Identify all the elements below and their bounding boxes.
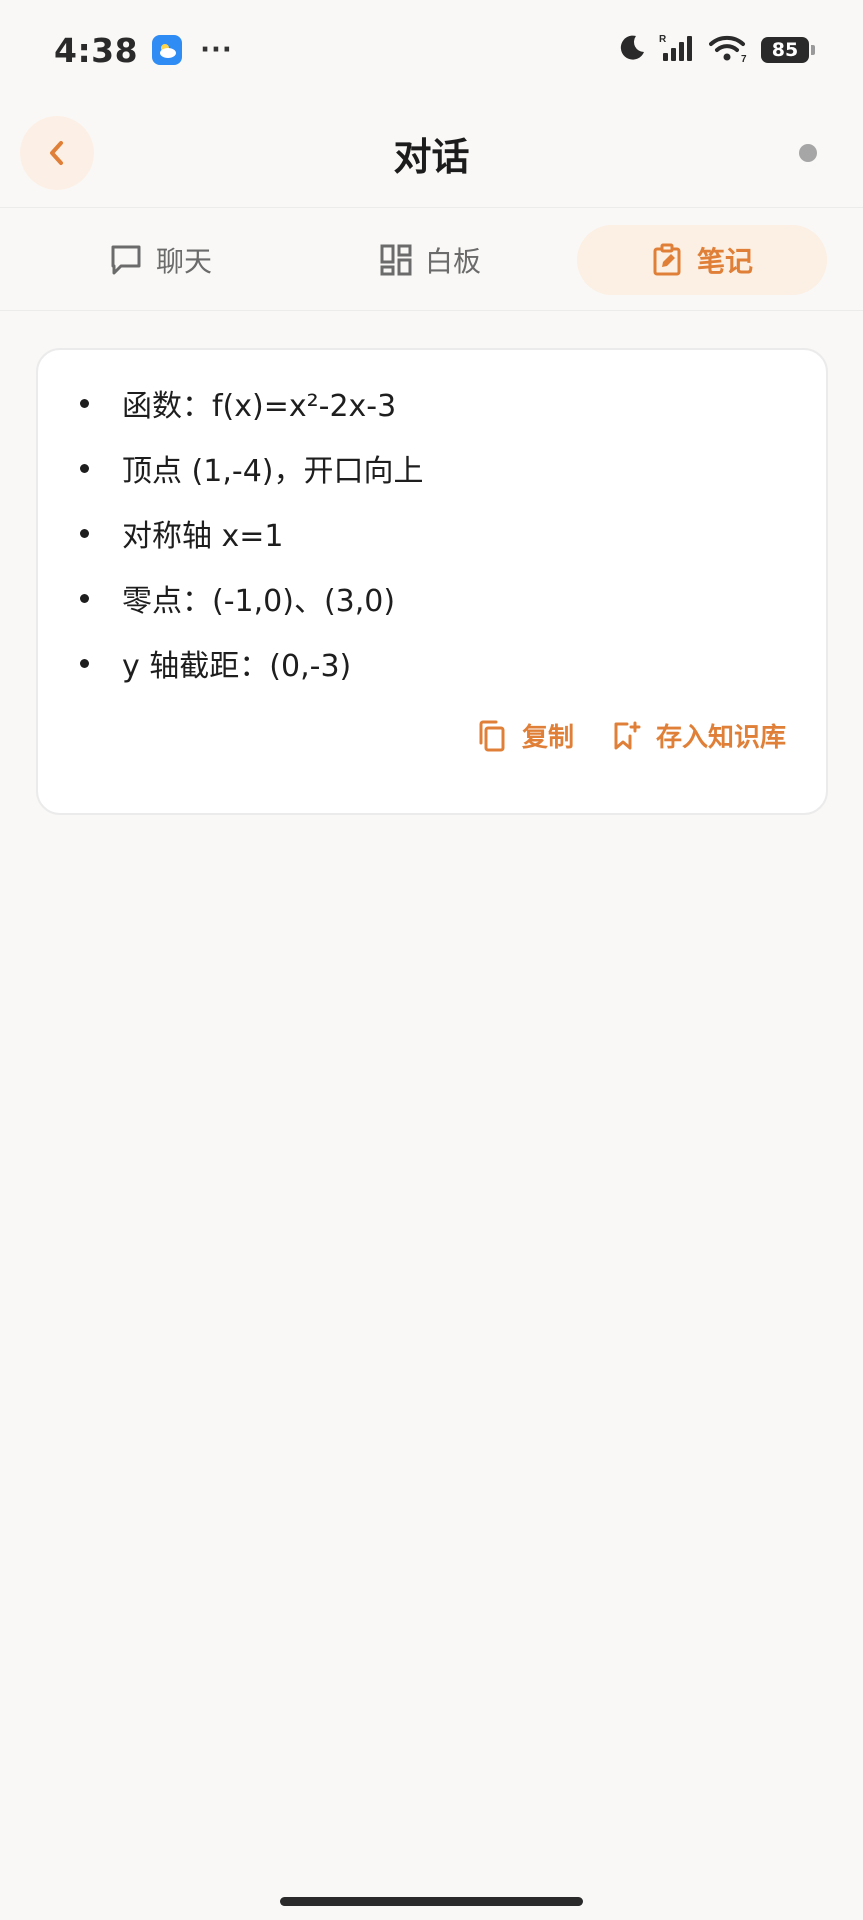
note-card: 函数：f(x)=x²-2x-3 顶点 (1,-4)，开口向上 对称轴 x=1 零… (36, 348, 828, 815)
tab-notes-label: 笔记 (696, 245, 753, 278)
note-list: 函数：f(x)=x²-2x-3 顶点 (1,-4)，开口向上 对称轴 x=1 零… (78, 370, 423, 695)
back-button[interactable] (20, 116, 94, 190)
weather-app-icon (152, 35, 183, 65)
note-edit-icon (653, 243, 681, 276)
tab-whiteboard-label: 白板 (424, 245, 481, 278)
page-title: 对话 (393, 135, 470, 179)
status-right: R 7 85 (617, 33, 815, 67)
status-time: 4:38 (54, 30, 139, 70)
note-item-intercept: y 轴截距：(0,-3) (78, 630, 423, 695)
cellular-signal-icon: R (659, 33, 697, 67)
wifi-tag: 7 (741, 54, 747, 63)
note-item-axis: 对称轴 x=1 (78, 500, 423, 565)
chat-bubble-icon (111, 245, 141, 275)
wifi-icon: 7 (709, 33, 749, 67)
header: 对话 (0, 100, 863, 208)
save-label: 存入知识库 (655, 723, 786, 753)
note-actions: 复制 存入知识库 (476, 717, 786, 754)
moon-icon (617, 33, 647, 67)
copy-label: 复制 (521, 723, 574, 753)
battery-indicator: 85 (761, 37, 815, 63)
copy-button[interactable]: 复制 (476, 717, 574, 754)
tab-chat[interactable]: 聊天 (80, 225, 240, 295)
more-notifications-icon: ··· (200, 35, 233, 65)
copy-icon (479, 720, 505, 751)
note-item-zeros: 零点：(-1,0)、(3,0) (78, 565, 423, 630)
home-indicator[interactable] (280, 1897, 583, 1906)
chevron-left-icon (50, 141, 63, 165)
save-to-knowledge-base-button[interactable]: 存入知识库 (612, 717, 786, 754)
status-bar: 4:38 ··· R 7 85 (0, 0, 863, 100)
bookmark-add-icon (614, 721, 641, 749)
board-grid-icon (380, 244, 412, 276)
status-left: 4:38 ··· (54, 31, 233, 70)
status-dot (799, 144, 817, 162)
tab-bar: 聊天 白板 笔记 (0, 209, 863, 311)
note-item-vertex: 顶点 (1,-4)，开口向上 (78, 435, 423, 500)
note-item-function: 函数：f(x)=x²-2x-3 (78, 370, 423, 435)
tab-notes[interactable]: 笔记 (577, 225, 827, 295)
tab-chat-label: 聊天 (155, 245, 212, 278)
tab-whiteboard[interactable]: 白板 (350, 225, 510, 295)
signal-tag: R (659, 34, 667, 45)
